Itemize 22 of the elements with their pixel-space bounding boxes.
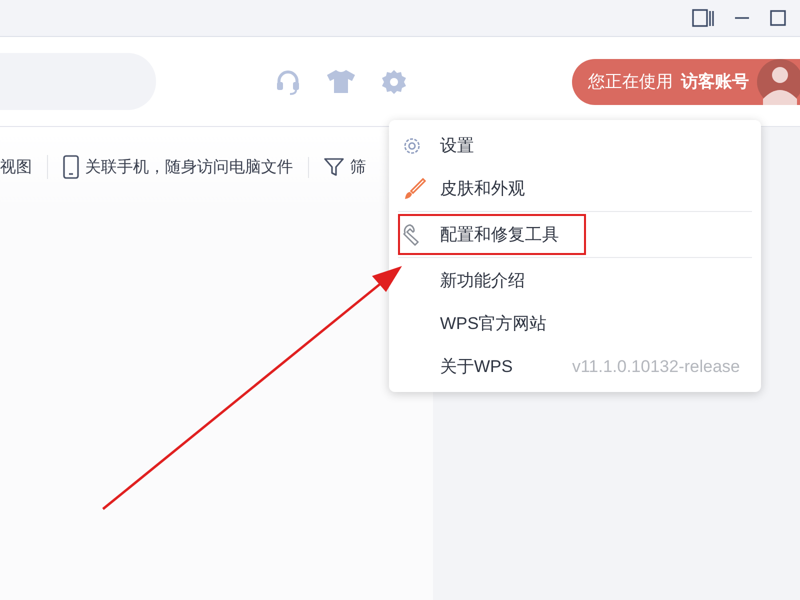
phone-icon [63, 155, 79, 179]
settings-icon[interactable] [380, 68, 408, 96]
menu-item[interactable]: 关于WPS v11.1.0.10132-release [398, 346, 752, 387]
menu-item[interactable]: WPS官方网站 [398, 303, 752, 344]
menu-item[interactable]: 设置 [398, 125, 752, 166]
menu-item[interactable]: 配置和修复工具 [398, 214, 586, 255]
account-prefix: 您正在使用 [588, 71, 673, 93]
brush-icon [402, 176, 426, 200]
version-label: v11.1.0.10132-release [572, 356, 741, 376]
toolbar-link[interactable]: 视图 [0, 156, 32, 178]
headset-icon[interactable] [274, 68, 302, 96]
avatar-icon [757, 58, 800, 104]
toolbar-link[interactable]: 筛 [350, 156, 366, 178]
shirt-icon[interactable] [326, 68, 356, 94]
account-name: 访客账号 [681, 71, 749, 93]
toolbar-link[interactable]: 关联手机，随身访问电脑文件 [85, 156, 293, 178]
menu-item[interactable]: 皮肤和外观 [398, 168, 752, 209]
layout-icon[interactable] [692, 9, 714, 27]
filter-icon [324, 157, 344, 177]
settings-icon [402, 136, 422, 156]
maximize-icon[interactable] [770, 10, 786, 26]
menu-item[interactable]: 新功能介绍 [398, 260, 752, 301]
